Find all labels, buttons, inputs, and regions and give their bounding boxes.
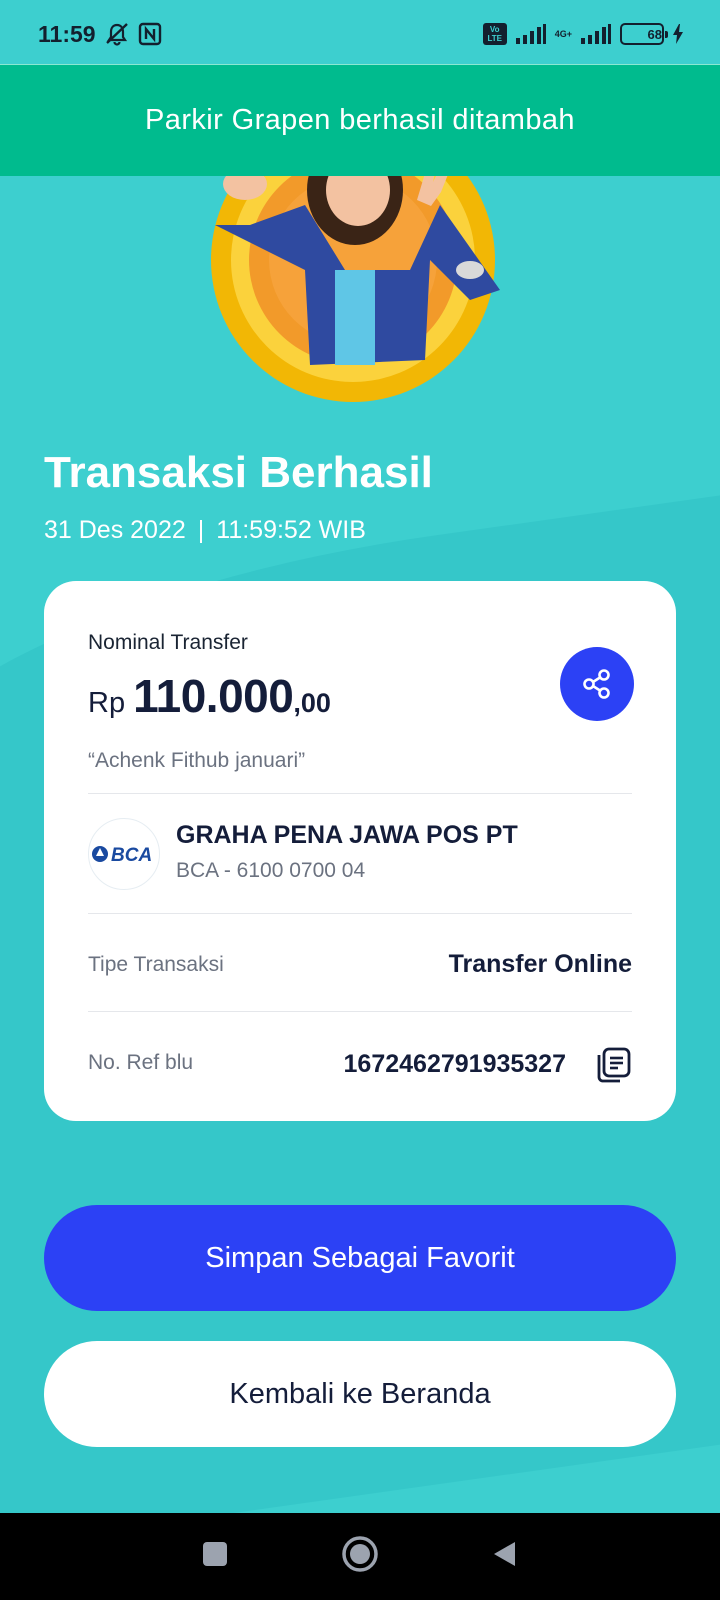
network-type-label: 4G+ <box>554 28 572 39</box>
copy-icon <box>597 1047 631 1083</box>
battery-icon: 68 <box>620 23 668 45</box>
toast-message: Parkir Grapen berhasil ditambah <box>145 104 575 136</box>
volte-icon: Vo LTE <box>482 23 507 45</box>
copy-button[interactable] <box>594 1046 632 1084</box>
divider <box>88 1011 632 1012</box>
bca-logo-icon: BCA <box>88 818 160 890</box>
mute-bell-icon <box>104 22 130 46</box>
recipient-account: BCA - 6100 0700 04 <box>176 859 366 882</box>
reference-label: No. Ref blu <box>88 1051 194 1074</box>
recents-icon[interactable] <box>200 1539 230 1574</box>
nfc-icon <box>138 22 162 46</box>
transfer-note: “Achenk Fithub januari” <box>88 749 306 772</box>
status-left: 11:59 <box>38 21 162 48</box>
save-favorite-button[interactable]: Simpan Sebagai Favorit <box>44 1205 676 1311</box>
signal-2-icon <box>580 24 612 44</box>
reference-value: 1672462791935327 <box>343 1050 566 1078</box>
share-icon <box>583 669 610 699</box>
transaction-type-value: Transfer Online <box>448 950 632 978</box>
back-icon[interactable] <box>490 1539 520 1574</box>
home-icon[interactable] <box>340 1534 380 1579</box>
amount-label: Nominal Transfer <box>88 631 248 654</box>
amount: Rp 110.000 ,00 <box>88 669 331 723</box>
status-bar: 11:59 Vo LTE 4G+ 68 <box>0 0 720 68</box>
transaction-datetime: 31 Des 2022 | 11:59:52 WIB <box>44 516 366 545</box>
divider <box>88 913 632 914</box>
transaction-time: 11:59:52 WIB <box>216 516 366 544</box>
bank-logo-text: BCA <box>111 845 152 866</box>
status-time: 11:59 <box>38 20 96 47</box>
divider <box>88 793 632 794</box>
transaction-type-label: Tipe Transaksi <box>88 953 224 976</box>
toast-notification: Parkir Grapen berhasil ditambah <box>0 64 720 176</box>
mascot-illustration <box>195 118 525 410</box>
battery-level: 68 <box>647 26 662 42</box>
page-title: Transaksi Berhasil <box>44 448 433 497</box>
navigation-bar <box>0 1513 720 1600</box>
amount-decimal: ,00 <box>293 688 331 718</box>
amount-currency: Rp <box>88 687 126 719</box>
share-button[interactable] <box>560 647 634 721</box>
datetime-separator: | <box>197 516 205 544</box>
status-right: Vo LTE 4G+ 68 <box>482 23 684 45</box>
signal-icon <box>515 24 547 44</box>
amount-value: 110.000 <box>133 670 294 722</box>
charging-icon <box>672 24 684 44</box>
transaction-date: 31 Des 2022 <box>44 516 186 544</box>
recipient-name: GRAHA PENA JAWA POS PT <box>176 821 518 849</box>
back-home-button[interactable]: Kembali ke Beranda <box>44 1341 676 1447</box>
transaction-card: Nominal Transfer Rp 110.000 ,00 “Achenk … <box>44 581 676 1121</box>
